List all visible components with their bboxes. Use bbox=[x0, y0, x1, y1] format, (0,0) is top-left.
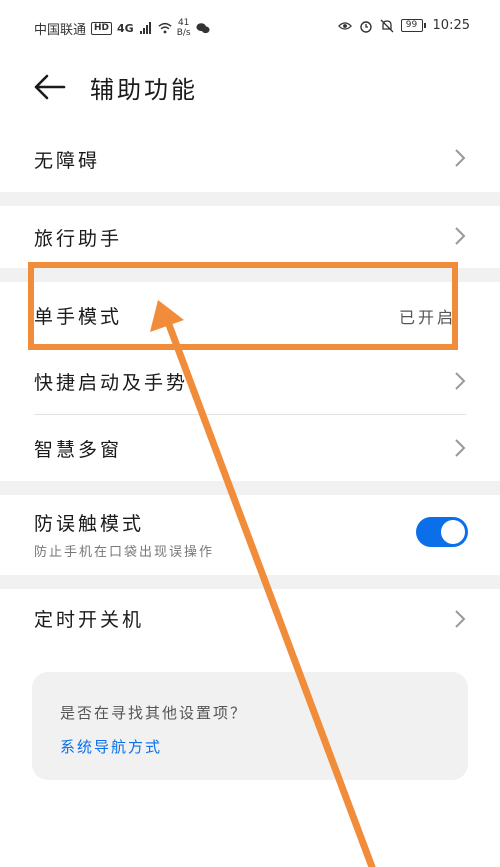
annotation-arrow bbox=[150, 300, 376, 867]
